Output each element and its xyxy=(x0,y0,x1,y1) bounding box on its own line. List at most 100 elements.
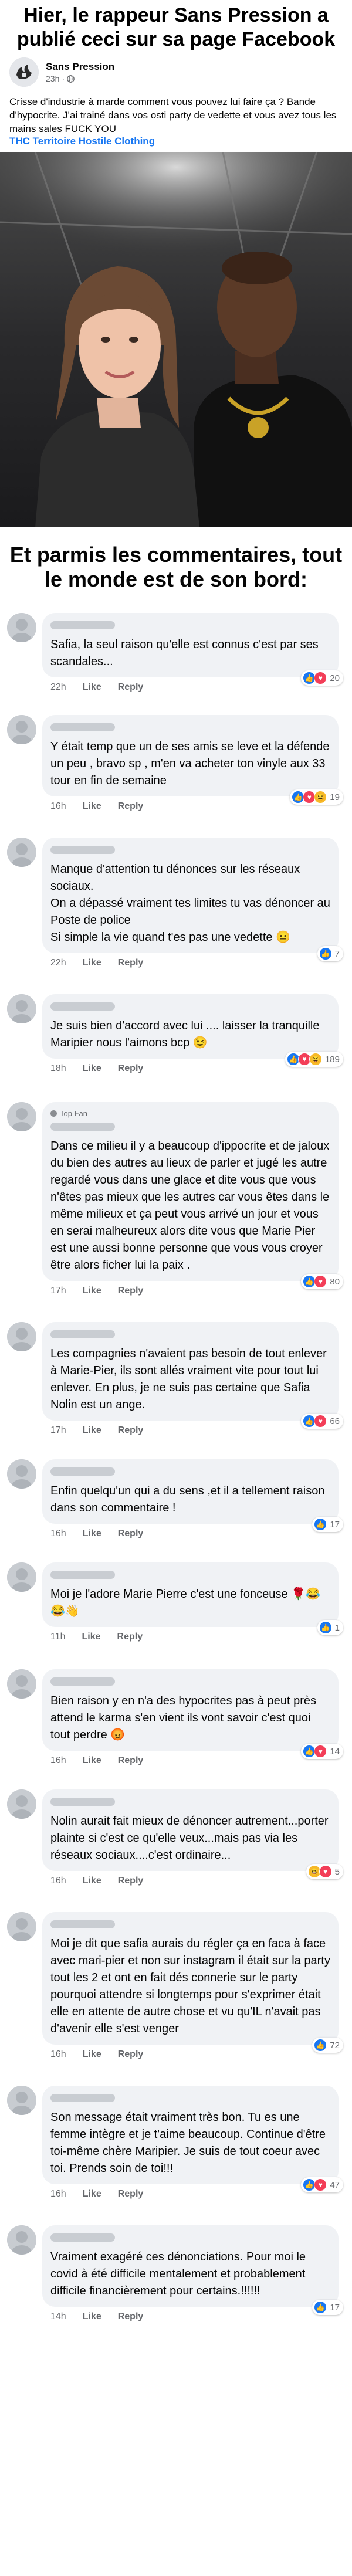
comment-time[interactable]: 16h xyxy=(50,1528,66,1539)
comment-actions: 17h Like Reply xyxy=(42,1281,339,1296)
comment-text: Enfin quelqu'un qui a du sens ,et il a t… xyxy=(50,1484,325,1514)
reaction-summary[interactable]: 👍 ♥ 80 xyxy=(301,1274,343,1289)
comment-time[interactable]: 17h xyxy=(50,1425,66,1436)
author-avatar[interactable] xyxy=(9,57,39,87)
blurred-commenter-name[interactable] xyxy=(50,723,115,731)
blurred-commenter-name[interactable] xyxy=(50,846,115,854)
reply-button[interactable]: Reply xyxy=(118,1755,144,1766)
like-button[interactable]: Like xyxy=(83,2311,101,2322)
reaction-summary[interactable]: 👍 7 xyxy=(317,946,343,961)
like-button[interactable]: Like xyxy=(83,1425,101,1436)
post-time[interactable]: 23h xyxy=(46,74,59,83)
blurred-commenter-name[interactable] xyxy=(50,621,115,629)
blurred-commenter-name[interactable] xyxy=(50,2094,115,2102)
like-button[interactable]: Like xyxy=(83,801,101,812)
comment-text: Vraiment exagéré ces dénonciations. Pour… xyxy=(50,2250,306,2297)
reply-button[interactable]: Reply xyxy=(117,1632,143,1642)
reply-button[interactable]: Reply xyxy=(118,1876,144,1886)
like-button[interactable]: Like xyxy=(83,1755,101,1766)
post-author[interactable]: Sans Pression xyxy=(46,61,114,73)
reply-button[interactable]: Reply xyxy=(118,1528,144,1539)
post-meta: 23h · xyxy=(46,74,114,83)
reaction-summary[interactable]: 👍 ♥ 😆 189 xyxy=(285,1052,343,1067)
commenter-avatar[interactable] xyxy=(7,1562,36,1592)
reaction-summary[interactable]: 😆 ♥ 5 xyxy=(306,1864,343,1879)
commenter-avatar[interactable] xyxy=(7,994,36,1023)
reaction-count: 20 xyxy=(330,673,340,683)
comment-time[interactable]: 16h xyxy=(50,801,66,812)
comment-time[interactable]: 14h xyxy=(50,2311,66,2322)
like-button[interactable]: Like xyxy=(83,958,101,968)
reply-button[interactable]: Reply xyxy=(118,1425,144,1436)
comment-time[interactable]: 16h xyxy=(50,1876,66,1886)
comment-time[interactable]: 16h xyxy=(50,2189,66,2199)
blurred-commenter-name[interactable] xyxy=(50,1677,115,1686)
comment-bubble: Moi je l'adore Marie Pierre c'est une fo… xyxy=(42,1562,343,1635)
reaction-summary[interactable]: 👍 72 xyxy=(312,2038,343,2053)
reaction-summary[interactable]: 👍 ♥ 66 xyxy=(301,1414,343,1429)
like-button[interactable]: Like xyxy=(83,1528,101,1539)
like-button[interactable]: Like xyxy=(83,682,101,693)
blurred-commenter-name[interactable] xyxy=(50,1571,115,1579)
commenter-avatar[interactable] xyxy=(7,1459,36,1489)
like-button[interactable]: Like xyxy=(82,1632,101,1642)
post-link[interactable]: THC Territoire Hostile Clothing xyxy=(9,135,343,147)
commenter-avatar[interactable] xyxy=(7,613,36,642)
reaction-summary[interactable]: 👍 17 xyxy=(312,2300,343,2315)
commenter-avatar[interactable] xyxy=(7,1322,36,1351)
commenter-avatar[interactable] xyxy=(7,1912,36,1941)
comment-actions: 22h Like Reply xyxy=(42,953,339,968)
blurred-commenter-name[interactable] xyxy=(50,1123,115,1131)
blurred-commenter-name[interactable] xyxy=(50,2233,115,2242)
reply-button[interactable]: Reply xyxy=(118,801,144,812)
haha-reaction-icon: 😆 xyxy=(314,791,327,804)
blurred-commenter-name[interactable] xyxy=(50,1330,115,1338)
comment-time[interactable]: 16h xyxy=(50,1755,66,1766)
commenter-avatar[interactable] xyxy=(7,1102,36,1131)
reply-button[interactable]: Reply xyxy=(118,1286,144,1296)
blurred-commenter-name[interactable] xyxy=(50,1798,115,1806)
comment-bubble: Son message était vraiment très bon. Tu … xyxy=(42,2086,343,2192)
blurred-commenter-name[interactable] xyxy=(50,1467,115,1476)
blurred-avatar-icon xyxy=(7,715,36,744)
reaction-summary[interactable]: 👍 17 xyxy=(312,1517,343,1532)
reaction-summary[interactable]: 👍 ♥ 14 xyxy=(301,1744,343,1759)
comment-time[interactable]: 22h xyxy=(50,682,66,693)
reply-button[interactable]: Reply xyxy=(118,958,144,968)
reaction-summary[interactable]: 👍 ♥ 😆 19 xyxy=(290,789,343,805)
reply-button[interactable]: Reply xyxy=(118,2189,144,2199)
commenter-avatar[interactable] xyxy=(7,2225,36,2255)
comment-bubble: Y était temp que un de ses amis se leve … xyxy=(42,715,343,805)
reply-button[interactable]: Reply xyxy=(118,1063,144,1074)
comment-time[interactable]: 17h xyxy=(50,1286,66,1296)
like-button[interactable]: Like xyxy=(83,1063,101,1074)
commenter-avatar[interactable] xyxy=(7,838,36,867)
reaction-summary[interactable]: 👍 1 xyxy=(317,1620,343,1635)
like-button[interactable]: Like xyxy=(83,2049,101,2060)
commenter-avatar[interactable] xyxy=(7,2086,36,2115)
blurred-commenter-name[interactable] xyxy=(50,1002,115,1011)
reaction-summary[interactable]: 👍 ♥ 20 xyxy=(301,670,343,686)
like-button[interactable]: Like xyxy=(83,2189,101,2199)
like-reaction-icon: 👍 xyxy=(314,2039,327,2052)
blurred-avatar-icon xyxy=(7,994,36,1023)
like-reaction-icon: 👍 xyxy=(314,2301,327,2314)
commenter-avatar[interactable] xyxy=(7,1669,36,1699)
like-button[interactable]: Like xyxy=(83,1876,101,1886)
comment-time[interactable]: 11h xyxy=(50,1632,66,1642)
commenter-avatar[interactable] xyxy=(7,715,36,744)
commenter-avatar[interactable] xyxy=(7,1789,36,1819)
comment-time[interactable]: 22h xyxy=(50,958,66,968)
like-button[interactable]: Like xyxy=(83,1286,101,1296)
blurred-commenter-name[interactable] xyxy=(50,1920,115,1928)
comment-time[interactable]: 16h xyxy=(50,2049,66,2060)
love-reaction-icon: ♥ xyxy=(314,1415,327,1428)
reply-button[interactable]: Reply xyxy=(118,682,144,693)
reply-button[interactable]: Reply xyxy=(118,2311,144,2322)
post-photo[interactable] xyxy=(0,152,352,527)
reply-button[interactable]: Reply xyxy=(118,2049,144,2060)
comment: Enfin quelqu'un qui a du sens ,et il a t… xyxy=(0,1459,352,1539)
comment-time[interactable]: 18h xyxy=(50,1063,66,1074)
blurred-avatar-icon xyxy=(7,1459,36,1489)
reaction-summary[interactable]: 👍 ♥ 47 xyxy=(301,2177,343,2192)
